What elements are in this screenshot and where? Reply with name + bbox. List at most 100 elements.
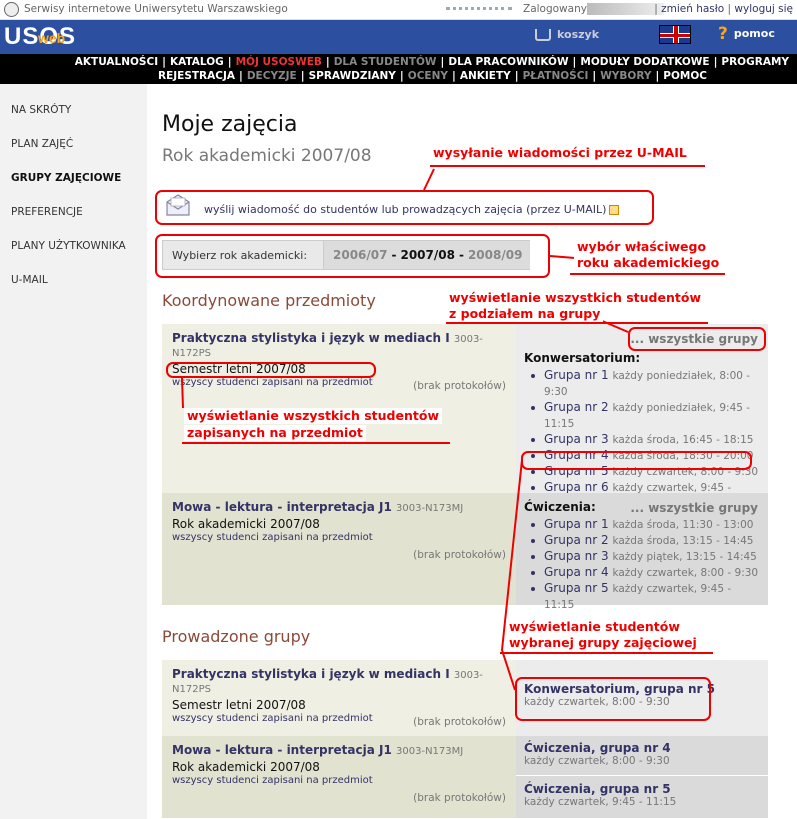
main-nav: AKTUALNOŚCI | KATALOG | MÓJ USOSWEB | DLA STUD… <box>0 54 797 84</box>
annotation-underline <box>430 165 705 167</box>
sidebar-item-class-groups[interactable]: GRUPY ZAJĘCIOWE <box>11 172 121 184</box>
course-semester: Rok akademicki 2007/08 <box>172 760 320 774</box>
group-link[interactable]: Ćwiczenia, grupa nr 5 <box>524 782 760 796</box>
course-info: Praktyczna stylistyka i język w mediach … <box>162 660 516 736</box>
group-link[interactable]: Grupa nr 2 <box>544 533 609 547</box>
no-protocols-label: (brak protokołów) <box>413 380 506 392</box>
page-subtitle: Rok akademicki 2007/08 <box>162 146 372 166</box>
group-link[interactable]: Grupa nr 4 <box>544 565 609 579</box>
group-time: każdy czwartek, 8:00 - 9:30 <box>612 567 759 579</box>
group-item[interactable]: Grupa nr 2 każdy poniedziałek, 9:45 - 11… <box>524 400 760 432</box>
site-name: Serwisy internetowe Uniwersytetu Warszaw… <box>24 3 288 15</box>
course-code: 3003-N173MJ <box>396 503 464 514</box>
nav-item-wybory[interactable]: WYBORY <box>600 70 651 82</box>
group-link[interactable]: Grupa nr 1 <box>544 517 609 531</box>
course-title-link[interactable]: Praktyczna stylistyka i język w mediach … <box>172 667 450 681</box>
logout-link[interactable]: wyloguj się <box>734 3 793 15</box>
led-group: Ćwiczenia, grupa nr 5 każdy czwartek, 9:… <box>516 777 768 818</box>
nav-item-sprawdziany[interactable]: SPRAWDZIANY <box>309 70 396 82</box>
separator: | <box>654 3 658 15</box>
group-item[interactable]: Grupa nr 1 każdy poniedziałek, 8:00 - 9:… <box>524 368 760 400</box>
help-button[interactable]: ? pomoc <box>718 24 775 44</box>
group-link[interactable]: Grupa nr 1 <box>544 368 609 382</box>
nav-separator: | <box>440 56 445 68</box>
nav-separator: | <box>227 56 232 68</box>
nav-item-programy[interactable]: PROGRAMY <box>721 56 789 68</box>
led-course-row: Mowa - lektura - interpretacja J1 3003-N… <box>162 736 768 818</box>
group-link[interactable]: Grupa nr 2 <box>544 400 609 414</box>
sidebar-item-umail[interactable]: U-MAIL <box>11 274 48 286</box>
english-flag-icon[interactable] <box>659 25 691 44</box>
sidebar-item-preferences[interactable]: PREFERENCJE <box>11 206 83 218</box>
group-list: Grupa nr 1 każda środa, 11:30 - 13:00 Gr… <box>524 517 760 613</box>
account-links: | zmień hasło | wyloguj się <box>654 3 793 15</box>
nav-item-dla-studentów[interactable]: DLA STUDENTÓW <box>334 56 437 68</box>
group-time: każda środa, 11:30 - 13:00 <box>612 519 754 531</box>
group-item[interactable]: Grupa nr 5 każdy czwartek, 9:45 - 11:15 <box>524 581 760 613</box>
nav-item-decyzje[interactable]: DECYZJE <box>247 70 297 82</box>
group-link[interactable]: Ćwiczenia, grupa nr 4 <box>524 741 760 755</box>
cart-icon <box>535 29 551 41</box>
annotation-year-1: wybór właściwego <box>574 239 710 255</box>
all-students-link[interactable]: wszyscy studenci zapisani na przedmiot <box>172 775 506 786</box>
nav-row-1: AKTUALNOŚCI | KATALOG | MÓJ USOSWEB | DLA STUD… <box>0 55 789 69</box>
annotation-group-2: wybranej grupy zajęciowej <box>506 635 700 651</box>
web-logo: web <box>38 30 66 46</box>
group-item[interactable]: Grupa nr 3 każdy piątek, 13:15 - 14:45 <box>524 549 760 565</box>
all-students-highlight <box>166 362 376 378</box>
sidebar-item-shortcuts[interactable]: NA SKRÓTY <box>11 104 71 116</box>
course-groups: ... wszystkie grupy Ćwiczenia: Grupa nr … <box>516 493 768 611</box>
course-title-link[interactable]: Praktyczna stylistyka i język w mediach … <box>172 331 450 345</box>
nav-separator: | <box>239 70 243 82</box>
nav-item-oceny[interactable]: OCENY <box>408 70 448 82</box>
annotation-group-1: wyświetlanie studentów <box>506 619 683 635</box>
all-groups-link[interactable]: ... wszystkie grupy <box>630 501 758 515</box>
course-title-link[interactable]: Mowa - lektura - interpretacja J1 <box>172 743 392 757</box>
course-semester: Rok akademicki 2007/08 <box>172 517 320 531</box>
nav-item-rejestracja[interactable]: REJESTRACJA <box>158 70 235 82</box>
nav-separator: | <box>514 70 519 82</box>
group-link[interactable]: Grupa nr 3 <box>544 549 609 563</box>
group-time: każda środa, 13:15 - 14:45 <box>612 535 754 547</box>
header: USOS koszyk ? pomoc <box>0 20 797 54</box>
university-crest-icon <box>4 2 19 17</box>
nav-item-mój-usosweb[interactable]: MÓJ USOSWEB <box>236 56 322 68</box>
group-item[interactable]: Grupa nr 4 każdy czwartek, 8:00 - 9:30 <box>524 565 760 581</box>
nav-separator: | <box>451 70 456 82</box>
nav-item-dla-pracowników[interactable]: DLA PRACOWNIKÓW <box>448 56 568 68</box>
group-link[interactable]: Grupa nr 6 <box>544 480 609 494</box>
group-item[interactable]: Grupa nr 2 każda środa, 13:15 - 14:45 <box>524 533 760 549</box>
group-item[interactable]: Grupa nr 1 każda środa, 11:30 - 13:00 <box>524 517 760 533</box>
course-semester: Semestr letni 2007/08 <box>172 698 306 712</box>
group-time: każdy czwartek, 8:00 - 9:30 <box>524 755 670 767</box>
nav-item-moduły-dodatkowe[interactable]: MODUŁY DODATKOWE <box>580 56 709 68</box>
nav-separator: | <box>655 70 660 82</box>
all-students-link[interactable]: wszyscy studenci zapisani na przedmiot <box>172 532 506 543</box>
no-protocols-label: (brak protokołów) <box>413 716 506 728</box>
group-highlight <box>521 451 752 470</box>
course-title-link[interactable]: Mowa - lektura - interpretacja J1 <box>172 500 392 514</box>
cart-button[interactable]: koszyk <box>535 28 599 41</box>
change-password-link[interactable]: zmień hasło <box>661 3 724 15</box>
nav-item-ankiety[interactable]: ANKIETY <box>460 70 511 82</box>
year-highlight <box>155 234 550 278</box>
nav-item-płatności[interactable]: PŁATNOŚCI <box>523 70 589 82</box>
nav-item-pomoc[interactable]: POMOC <box>663 70 707 82</box>
nav-item-aktualności[interactable]: AKTUALNOŚCI <box>75 56 158 68</box>
group-item[interactable]: Grupa nr 3 każda środa, 16:45 - 18:15 <box>524 432 760 448</box>
group-link[interactable]: Grupa nr 3 <box>544 432 609 446</box>
group-time: każdy piątek, 13:15 - 14:45 <box>612 551 757 563</box>
all-groups-highlight <box>628 327 766 351</box>
sidebar-item-schedule[interactable]: PLAN ZAJĘĆ <box>11 138 73 150</box>
nav-separator: | <box>300 70 305 82</box>
sidebar-item-user-plans[interactable]: PLANY UŻYTKOWNIKA <box>11 240 126 252</box>
umail-highlight <box>155 190 654 225</box>
annotation-all-students-1: wyświetlanie wszystkich studentów <box>184 408 442 424</box>
course-info: Mowa - lektura - interpretacja J1 3003-N… <box>162 736 516 818</box>
sidebar: NA SKRÓTY PLAN ZAJĘĆ GRUPY ZAJĘCIOWE PRE… <box>0 84 147 819</box>
annotation-all-groups-2: z podziałem na grupy <box>446 306 604 322</box>
course-info: Mowa - lektura - interpretacja J1 3003-N… <box>162 493 516 605</box>
group-link[interactable]: Grupa nr 5 <box>544 581 609 595</box>
nav-item-katalog[interactable]: KATALOG <box>170 56 224 68</box>
led-section-title: Prowadzone grupy <box>162 627 311 646</box>
